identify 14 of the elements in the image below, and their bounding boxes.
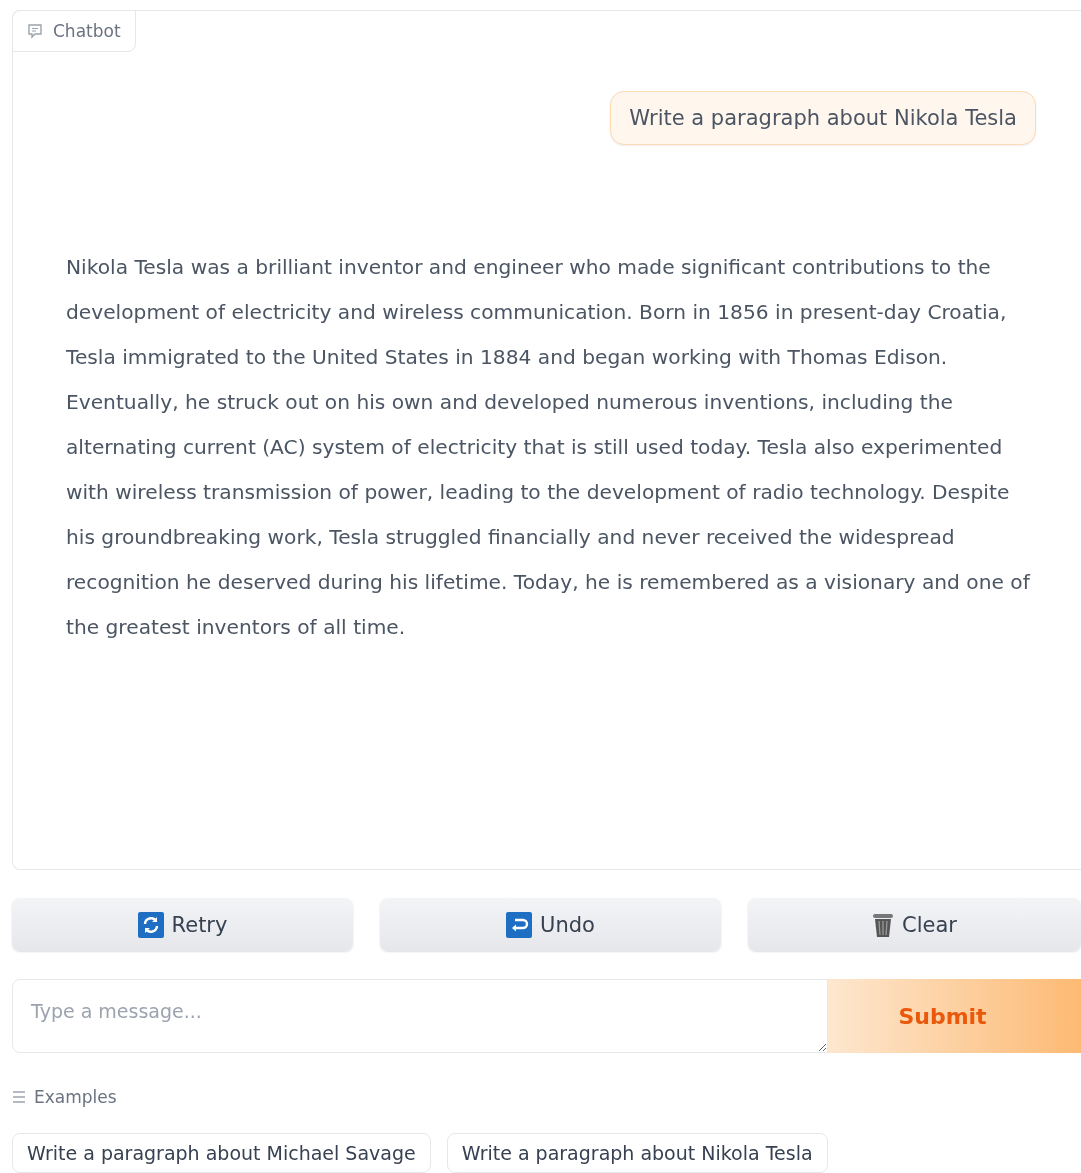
example-button[interactable]: Write a paragraph about Nikola Tesla <box>446 1133 828 1173</box>
chatbot-label: Chatbot <box>53 21 121 41</box>
bot-message: Nikola Tesla was a brilliant inventor and engineer who made significant contributions to the development of electricity and wireless communication. Born in 1856 in present-day Croatia, Tesla immigrated to the United States in 1884 and began working with Thomas Edison. Eventually, he struck out on his own and developed numerous inventions, including the alternating current (AC) system of electricity that is still used today. Tesla also experimented with wireless transmission of power, leading to the development of radio technology. Despite his groundbreaking work, Tesla struggled financially and never received the widespread recognition he deserved during his lifetime. Today, he is remembered as a visionary and one of the greatest inventors of all time. <box>66 254 1032 641</box>
example-button[interactable]: Write a paragraph about Michael Savage <box>12 1133 431 1173</box>
user-message: Write a paragraph about Nikola Tesla <box>610 91 1036 145</box>
list-icon <box>12 1091 26 1103</box>
examples-label: Examples <box>34 1087 117 1107</box>
undo-button[interactable]: Undo <box>380 898 721 951</box>
clear-button[interactable]: Clear <box>748 898 1081 951</box>
trash-icon <box>872 911 895 938</box>
retry-button[interactable]: Retry <box>12 898 353 951</box>
refresh-icon <box>137 911 164 938</box>
message-input[interactable]: Type a message... <box>12 979 828 1053</box>
chat-icon <box>27 23 43 39</box>
